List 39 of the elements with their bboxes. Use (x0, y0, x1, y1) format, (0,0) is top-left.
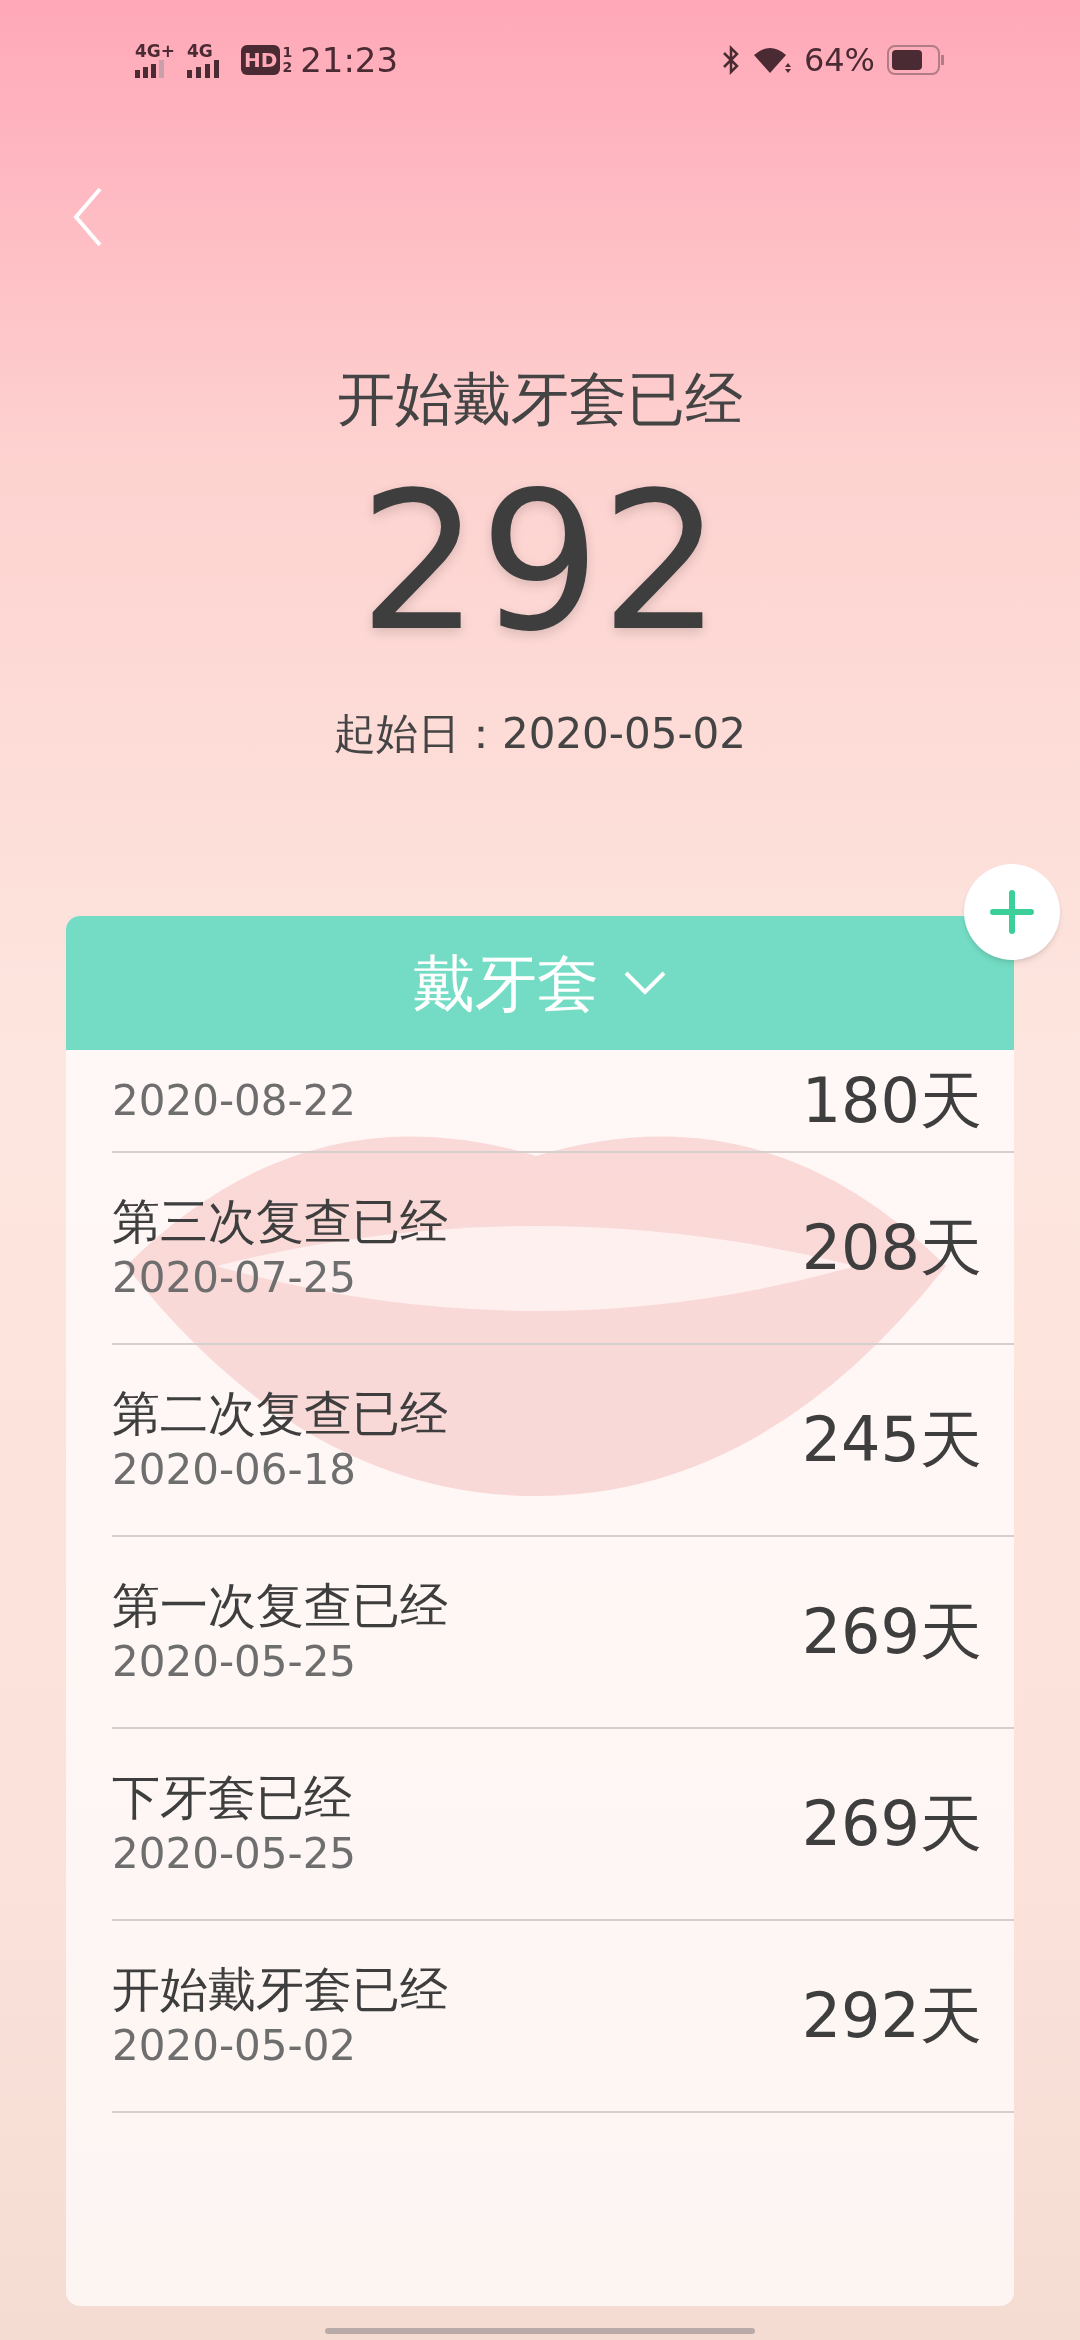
record-days: 180天 (801, 1069, 982, 1132)
record-title: 第一次复查已经 (112, 1581, 448, 1629)
record-row[interactable]: 第二次复查已经 2020-06-18 245天 (112, 1345, 1014, 1537)
sim-label: 1 (282, 45, 293, 60)
clock: 21:23 (300, 43, 399, 77)
sim-label: 2 (282, 60, 293, 75)
record-row[interactable]: 下牙套已经 2020-05-25 269天 (112, 1729, 1014, 1921)
record-days: 269天 (801, 1793, 982, 1855)
back-icon (73, 187, 103, 247)
start-date: 起始日：2020-05-02 (333, 713, 747, 755)
battery-percentage: 64% (803, 44, 875, 76)
battery-icon (887, 45, 945, 75)
record-date: 2020-07-25 (112, 1257, 358, 1299)
record-row[interactable]: 开始戴牙套已经 2020-05-02 292天 (112, 1921, 1014, 2113)
record-row[interactable]: 第三次复查已经 2020-07-25 208天 (112, 1153, 1014, 1345)
day-count: 292 (358, 468, 722, 658)
record-title: 第二次复查已经 (112, 1389, 448, 1437)
record-date: 2020-08-22 (112, 1079, 357, 1122)
chevron-down-icon (623, 970, 667, 996)
plus-icon (990, 890, 1034, 934)
record-date: 2020-05-25 (112, 1833, 357, 1875)
record-row[interactable]: 2020-08-22 180天 (112, 1050, 1014, 1153)
record-days: 269天 (801, 1601, 982, 1663)
record-title: 下牙套已经 (112, 1773, 353, 1821)
record-title: 开始戴牙套已经 (112, 1965, 448, 2013)
wifi-icon (751, 45, 792, 75)
record-row[interactable]: 第一次复查已经 2020-05-25 269天 (112, 1537, 1014, 1729)
record-title: 第三次复查已经 (112, 1197, 448, 1245)
record-days: 292天 (801, 1985, 982, 2047)
record-date: 2020-06-18 (112, 1449, 358, 1491)
network-label: 4G+ (135, 42, 176, 60)
hd-badge: HD (241, 45, 281, 75)
header-title: 开始戴牙套已经 (337, 370, 743, 428)
network-label: 4G (187, 42, 213, 60)
record-date: 2020-05-25 (112, 1641, 358, 1683)
bluetooth-icon (721, 45, 740, 75)
record-days: 245天 (801, 1409, 982, 1471)
record-days: 208天 (801, 1217, 982, 1279)
record-date: 2020-05-02 (112, 2025, 358, 2067)
